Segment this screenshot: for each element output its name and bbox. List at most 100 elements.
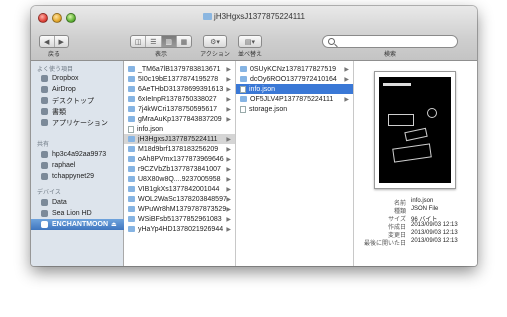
disclosure-arrow-icon: ▶	[344, 76, 349, 83]
forward-button[interactable]: ▶	[55, 36, 69, 47]
disclosure-arrow-icon: ▶	[226, 146, 231, 153]
sidebar-item-shared[interactable]: hp3c4a92aa9973	[41, 149, 124, 160]
list-item[interactable]: 6xIeInpR1378750338027 ▶	[124, 94, 235, 104]
folder-icon	[128, 146, 135, 152]
search-field[interactable]	[322, 35, 458, 48]
folder-icon	[128, 76, 135, 82]
sidebar-item-favorite[interactable]: Dropbox	[41, 73, 124, 84]
device-icon	[41, 221, 48, 228]
preview-stroke	[427, 108, 437, 118]
sidebar-item-device[interactable]: Sea Lion HD	[41, 208, 124, 219]
disclosure-arrow-icon: ▶	[226, 106, 231, 113]
column-1: _TM6a7lB1379783813671 ▶ 5I0c19bE1377874195…	[124, 61, 236, 266]
list-item[interactable]: WPuWr8hM1379787873529 ▶	[124, 204, 235, 214]
sidebar-item-shared[interactable]: raphael	[41, 160, 124, 171]
list-item-name: info.json	[137, 125, 164, 133]
list-item[interactable]: info.json	[236, 84, 353, 94]
list-item[interactable]: oAh8PVmx1377873969646 ▶	[124, 154, 235, 164]
sidebar-item-label: AirDrop	[52, 86, 76, 93]
search-icon	[328, 38, 335, 45]
window-title-text: jH3HgxsJ1377875224111	[214, 12, 305, 21]
list-item[interactable]: M18d9brf1378183256209 ▶	[124, 144, 235, 154]
folder-icon	[128, 86, 135, 92]
preview-thumbnail	[374, 71, 456, 189]
list-item[interactable]: OF5JLV4P1377875224111 ▶	[236, 94, 353, 104]
info-value: JSON File	[411, 206, 439, 212]
list-item[interactable]: info.json	[124, 124, 235, 134]
list-item-name: WPuWr8hM1379787873529	[138, 205, 227, 213]
sidebar-item-label: アプリケーション	[52, 119, 108, 127]
list-item[interactable]: r9CZVbZb1377873841007 ▶	[124, 164, 235, 174]
list-item[interactable]: dcOy6ROO1377972410164 ▶	[236, 74, 353, 84]
list-item[interactable]: VIB1gkXs1377842001044 ▶	[124, 184, 235, 194]
folder-icon	[128, 216, 135, 222]
sidebar-item-label: Dropbox	[52, 75, 79, 82]
column-view-button[interactable]: ▥	[161, 36, 177, 47]
gear-icon: ⚙▾	[210, 38, 220, 46]
sidebar-section-header: 共有	[37, 142, 50, 148]
list-item-name: info.json	[249, 85, 276, 93]
device-icon	[41, 210, 48, 217]
sidebar-item-label: Sea Lion HD	[52, 210, 92, 217]
file-icon	[240, 105, 246, 113]
list-item[interactable]: U8X80w8Q....9237005958 ▶	[124, 174, 235, 184]
list-item[interactable]: WOL2WaSc1378203848597 ▶	[124, 194, 235, 204]
sidebar-item-favorite[interactable]: アプリケーション	[41, 117, 124, 128]
window-title: jH3HgxsJ1377875224111	[31, 12, 477, 21]
list-item[interactable]: 0SUyKCNz1378177827519 ▶	[236, 64, 353, 74]
sidebar-item-favorite[interactable]: デスクトップ	[41, 95, 124, 106]
list-item-name: WOL2WaSc1378203848597	[138, 195, 227, 203]
list-item[interactable]: 5I0c19bE1377874195278 ▶	[124, 74, 235, 84]
sidebar-item-favorite[interactable]: 書類	[41, 106, 124, 117]
list-item-name: yHaYp4HD1378021926944	[138, 225, 224, 233]
arrange-label: 並べ替え	[237, 52, 262, 58]
folder-icon	[128, 136, 135, 142]
device-icon	[41, 199, 48, 206]
sidebar-item-device[interactable]: ENCHANTMOON ⏏	[31, 219, 124, 230]
coverflow-view-button[interactable]: ▦	[177, 36, 191, 47]
list-item[interactable]: gMraAuKp1377843837209 ▶	[124, 114, 235, 124]
list-item[interactable]: 6AeTHbD31378699391613 ▶	[124, 84, 235, 94]
icon-view-button[interactable]: ◫	[131, 36, 147, 47]
disclosure-arrow-icon: ▶	[226, 76, 231, 83]
list-item-name: M18d9brf1378183256209	[138, 145, 219, 153]
disclosure-arrow-icon: ▶	[226, 186, 231, 193]
disclosure-arrow-icon: ▶	[226, 66, 231, 73]
folder-icon	[128, 186, 135, 192]
folder-icon	[128, 66, 135, 72]
list-item[interactable]: _TM6a7lB1379783813671 ▶	[124, 64, 235, 74]
sidebar-item-favorite[interactable]: AirDrop	[41, 84, 124, 95]
disclosure-arrow-icon: ▶	[226, 166, 231, 173]
action-menu-button[interactable]: ⚙▾	[203, 35, 227, 48]
column-2: 0SUyKCNz1378177827519 ▶ dcOy6ROO1377972410…	[236, 61, 354, 266]
sidebar: よく使う項目 Dropbox AirDrop デスクトップ 書類 アプリケーション 共有 hp…	[31, 61, 124, 266]
disclosure-arrow-icon: ▶	[344, 66, 349, 73]
arrange-menu-button[interactable]: ▤▾	[238, 35, 262, 48]
list-item[interactable]: storage.json	[236, 104, 353, 114]
back-label: 戻る	[47, 52, 60, 58]
sidebar-item-device[interactable]: Data	[41, 197, 124, 208]
folder-icon	[203, 13, 213, 20]
sidebar-item-label: ENCHANTMOON	[52, 221, 108, 228]
list-item-name: U8X80w8Q....9237005958	[138, 175, 221, 183]
folder-icon	[128, 106, 135, 112]
info-value: 2013/09/03 12:13	[411, 230, 458, 236]
shared-icon	[41, 151, 48, 158]
view-label: 表示	[154, 52, 167, 58]
back-button[interactable]: ◀	[40, 36, 55, 47]
info-value: 2013/09/03 12:13	[411, 238, 458, 244]
eject-icon[interactable]: ⏏	[111, 221, 117, 228]
sidebar-item-label: デスクトップ	[52, 97, 94, 105]
folder-icon	[128, 96, 135, 102]
favorite-icon	[41, 86, 48, 93]
list-view-button[interactable]: ☰	[146, 36, 162, 47]
list-item-name: VIB1gkXs1377842001044	[138, 185, 220, 193]
list-item[interactable]: WSiBFsb51377852961083 ▶	[124, 214, 235, 224]
sidebar-item-shared[interactable]: tchappynet29	[41, 171, 124, 182]
folder-icon	[128, 156, 135, 162]
list-item[interactable]: 7j4kWCri1378750595617 ▶	[124, 104, 235, 114]
list-item-name: 7j4kWCri1378750595617	[138, 105, 217, 113]
info-value: info.json	[411, 198, 434, 204]
list-item[interactable]: yHaYp4HD1378021926944 ▶	[124, 224, 235, 234]
list-item[interactable]: jH3HgxsJ1377875224111 ▶	[124, 134, 235, 144]
